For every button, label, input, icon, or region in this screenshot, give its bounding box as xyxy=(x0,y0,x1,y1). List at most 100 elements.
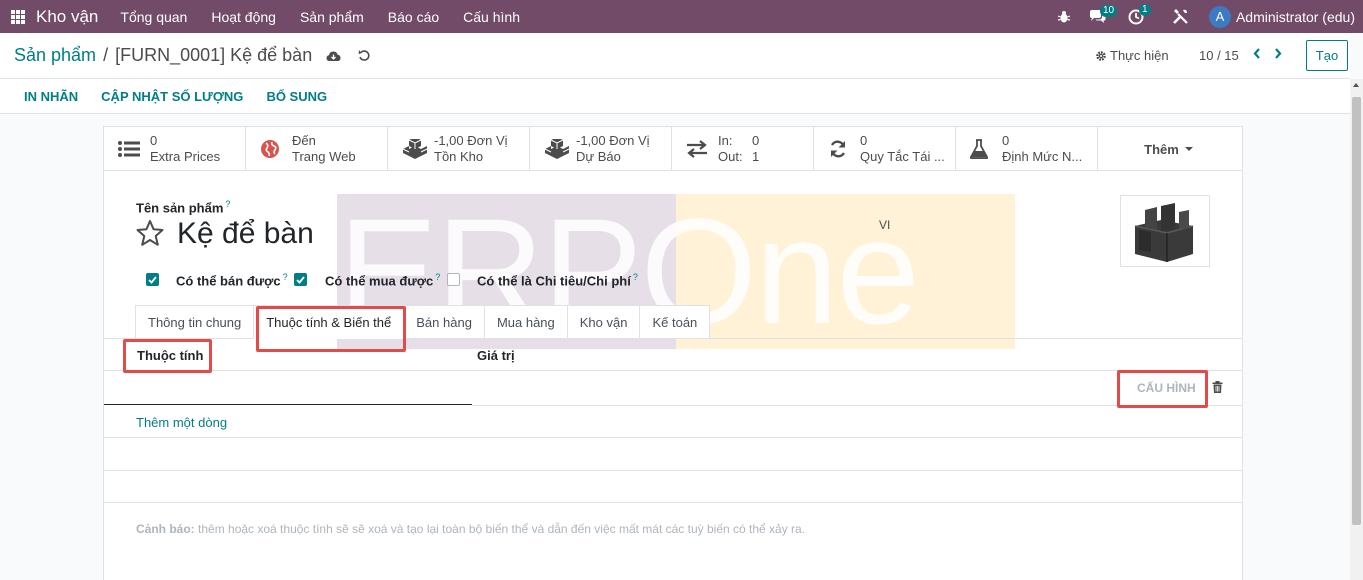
product-name-label: Tên sản phẩm? xyxy=(136,199,230,215)
smart-buttons: 0 Extra Prices Đến Trang Web -1,00 Đơn Vị T… xyxy=(104,127,1242,171)
cubes-icon xyxy=(544,139,570,159)
top-navbar: Kho vận Tổng quan Hoạt động Sản phẩm Báo… xyxy=(0,0,1363,33)
bom-value: 0 xyxy=(1002,133,1010,148)
extra-prices-value: 0 xyxy=(150,133,158,148)
extra-prices-label: Extra Prices xyxy=(150,149,221,164)
forecast-label: Dự Báo xyxy=(576,149,621,164)
in-value: 0 xyxy=(752,133,760,148)
highlight-configure-button xyxy=(1117,370,1208,408)
can-be-sold-label: Có thể bán được? xyxy=(176,272,288,288)
menu-overview[interactable]: Tổng quan xyxy=(120,9,187,25)
app-name[interactable]: Kho vận xyxy=(36,7,98,27)
help-tooltip-icon[interactable]: ? xyxy=(283,272,288,282)
action-menu-button[interactable]: Thực hiện xyxy=(1095,48,1169,63)
in-label: In: xyxy=(718,133,733,148)
warning-prefix: Cảnh báo: xyxy=(136,522,195,536)
page-scrollbar-thumb[interactable] xyxy=(1352,97,1361,525)
tab-purchase[interactable]: Mua hàng xyxy=(483,305,567,339)
help-tooltip-icon[interactable]: ? xyxy=(633,272,638,282)
form-statusbar: IN NHÃN CẬP NHẬT SỐ LƯỢNG BỔ SUNG xyxy=(0,79,1350,114)
globe-icon xyxy=(260,139,286,159)
gear-icon xyxy=(1096,50,1106,61)
user-avatar[interactable]: A xyxy=(1208,5,1231,28)
can-be-expensed-label-text: Có thể là Chi tiêu/Chi phí xyxy=(477,273,631,289)
bug-icon[interactable] xyxy=(1057,10,1071,24)
help-tooltip-icon[interactable]: ? xyxy=(435,272,440,282)
caret-down-icon xyxy=(1184,147,1193,151)
highlight-attribute-column xyxy=(123,339,212,373)
product-name-label-text: Tên sản phẩm xyxy=(136,200,224,216)
chat-badge: 10 xyxy=(1099,4,1118,17)
reordering-rules-button[interactable]: 0 Quy Tắc Tái ... xyxy=(814,127,956,171)
tab-general-information[interactable]: Thông tin chung xyxy=(135,305,254,339)
variants-warning: Cảnh báo: thêm hoặc xoá thuộc tính sẽ sẽ… xyxy=(136,522,805,536)
apps-menu-icon[interactable] xyxy=(11,9,25,24)
website-button[interactable]: Đến Trang Web xyxy=(246,127,388,171)
tab-sales[interactable]: Bán hàng xyxy=(403,305,484,339)
attribute-input-underline[interactable] xyxy=(104,404,472,405)
help-tooltip-icon[interactable]: ? xyxy=(225,199,230,209)
reordering-rules-value: 0 xyxy=(860,133,868,148)
website-value: Đến xyxy=(292,133,316,148)
control-panel: Sản phẩm / [FURN_0001] Kệ để bàn Thực hi… xyxy=(0,33,1350,79)
more-label: Thêm xyxy=(1144,141,1179,157)
breadcrumb-separator: / xyxy=(103,45,109,65)
can-be-purchased-label: Có thể mua được? xyxy=(325,272,440,288)
column-header-values[interactable]: Giá trị xyxy=(477,348,515,363)
add-line-link[interactable]: Thêm một dòng xyxy=(136,415,227,430)
save-cloud-icon[interactable] xyxy=(326,50,341,62)
tab-accounting[interactable]: Kế toán xyxy=(639,305,711,339)
activity-badge: 1 xyxy=(1138,3,1151,16)
trash-icon[interactable] xyxy=(1212,381,1223,396)
can-be-expensed-label: Có thể là Chi tiêu/Chi phí? xyxy=(477,272,638,288)
pager-value[interactable]: 10 / 15 xyxy=(1199,48,1239,63)
replenish-button[interactable]: BỔ SUNG xyxy=(266,89,327,104)
forecast-value: -1,00 Đơn Vị xyxy=(576,133,650,148)
bom-label: Định Mức N... xyxy=(1002,149,1083,164)
pager-previous-icon[interactable] xyxy=(1253,47,1261,62)
can-be-purchased-label-text: Có thể mua được xyxy=(325,273,434,289)
tools-icon[interactable] xyxy=(1172,8,1189,25)
activity-clock-icon[interactable]: 1 xyxy=(1128,3,1151,25)
bill-of-materials-button[interactable]: 0 Định Mức N... xyxy=(956,127,1098,171)
print-labels-button[interactable]: IN NHÃN xyxy=(24,89,78,104)
cubes-icon xyxy=(402,139,428,159)
menu-configuration[interactable]: Cấu hình xyxy=(463,9,520,25)
on-hand-label: Tồn Kho xyxy=(434,149,484,164)
reordering-rules-label: Quy Tắc Tái ... xyxy=(860,149,945,164)
systray: 10 1 A Administrator (edu) xyxy=(1057,0,1363,33)
more-button[interactable]: Thêm xyxy=(1098,127,1240,171)
chat-icon[interactable]: 10 xyxy=(1089,4,1118,24)
row-divider xyxy=(104,470,1242,471)
website-label: Trang Web xyxy=(292,149,356,164)
row-divider xyxy=(104,437,1242,438)
breadcrumb-products-link[interactable]: Sản phẩm xyxy=(14,45,96,66)
in-out-button[interactable]: In: 0 Out: 1 xyxy=(672,127,814,171)
discard-undo-icon[interactable] xyxy=(358,49,371,62)
list-icon xyxy=(118,140,144,158)
header-row-divider xyxy=(104,370,1242,371)
menu-reporting[interactable]: Báo cáo xyxy=(388,9,439,25)
menu-operations[interactable]: Hoạt động xyxy=(211,9,276,25)
tab-inventory[interactable]: Kho vận xyxy=(566,305,640,339)
breadcrumb: Sản phẩm / [FURN_0001] Kệ để bàn xyxy=(14,45,371,66)
language-button[interactable]: VI xyxy=(879,218,890,232)
user-menu[interactable]: Administrator (edu) xyxy=(1236,9,1355,25)
favorite-star-icon[interactable] xyxy=(135,219,165,250)
product-name-field[interactable]: Kệ để bàn xyxy=(177,217,314,251)
on-hand-button[interactable]: -1,00 Đơn Vị Tồn Kho xyxy=(388,127,530,171)
can-be-sold-checkbox[interactable] xyxy=(146,273,159,286)
can-be-purchased-checkbox[interactable] xyxy=(294,273,307,286)
update-quantity-button[interactable]: CẬP NHẬT SỐ LƯỢNG xyxy=(101,89,243,104)
menu-products[interactable]: Sản phẩm xyxy=(300,9,364,25)
scroll-up-arrow-icon[interactable] xyxy=(1353,83,1359,87)
main-menu: Tổng quan Hoạt động Sản phẩm Báo cáo Cấu… xyxy=(120,9,520,25)
extra-prices-button[interactable]: 0 Extra Prices xyxy=(104,127,246,171)
product-image[interactable] xyxy=(1120,195,1210,267)
create-button[interactable]: Tạo xyxy=(1306,40,1348,71)
can-be-expensed-checkbox[interactable] xyxy=(447,273,460,286)
can-be-sold-label-text: Có thể bán được xyxy=(176,273,281,289)
row-divider xyxy=(104,502,1242,503)
forecast-button[interactable]: -1,00 Đơn Vị Dự Báo xyxy=(530,127,672,171)
pager-next-icon[interactable] xyxy=(1274,47,1282,62)
